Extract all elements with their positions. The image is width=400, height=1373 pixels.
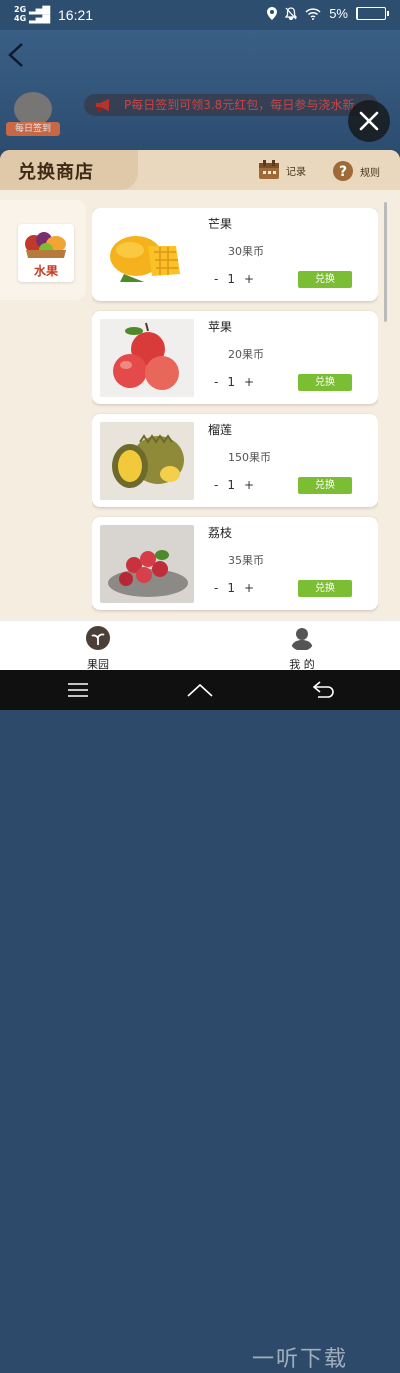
- product-price: 30果币: [228, 245, 264, 258]
- shop-header: 兑换商店 记录 ? 规则: [0, 150, 400, 190]
- menu-icon[interactable]: [68, 683, 88, 697]
- back-arrow-icon[interactable]: [6, 40, 26, 70]
- plus-button[interactable]: +: [244, 478, 254, 492]
- minus-button[interactable]: -: [214, 375, 218, 389]
- close-icon: [359, 111, 379, 131]
- ticker-text: P每日签到可领3.8元红包，每日参与浇水新: [124, 98, 355, 112]
- scrollbar[interactable]: [384, 202, 387, 322]
- minus-button[interactable]: -: [214, 581, 218, 595]
- category-fruit[interactable]: 水果: [18, 224, 74, 282]
- product-card: 榴莲 150果币 - 1 + 兑换: [92, 414, 378, 507]
- rules-label: 规则: [360, 167, 380, 179]
- quantity-value: 1: [227, 375, 235, 389]
- clock: 16:21: [58, 7, 94, 23]
- megaphone-icon: [96, 99, 109, 112]
- apple-image: [100, 319, 194, 397]
- shop-title: 兑换商店: [18, 162, 94, 183]
- home-icon[interactable]: [187, 682, 213, 698]
- status-icons: 5%: [267, 6, 389, 21]
- tab-orchard[interactable]: 果园: [68, 625, 128, 672]
- user-icon: [291, 628, 313, 650]
- back-nav-icon[interactable]: [312, 681, 334, 699]
- product-card: 芒果 30果币 - 1 + 兑换: [92, 208, 378, 301]
- svg-text:?: ?: [339, 164, 347, 180]
- exchange-button[interactable]: 兑换: [298, 580, 352, 597]
- product-name: 芒果: [208, 217, 233, 231]
- quantity-value: 1: [227, 581, 235, 595]
- exchange-button[interactable]: 兑换: [298, 271, 352, 288]
- question-icon: ?: [333, 161, 353, 181]
- product-price: 35果币: [228, 554, 264, 567]
- fruit-basket-icon: [25, 232, 66, 258]
- product-card: 苹果 20果币 - 1 + 兑换: [92, 311, 378, 404]
- product-name: 榴莲: [208, 423, 233, 437]
- battery-icon: [356, 7, 389, 20]
- product-name: 荔枝: [208, 526, 233, 540]
- plus-button[interactable]: +: [244, 581, 254, 595]
- network-indicator: 2G ▂▄▆ 4G ▂▄▆: [14, 4, 50, 24]
- quantity-stepper: - 1 +: [214, 478, 254, 492]
- close-button[interactable]: [348, 100, 390, 142]
- calendar-icon: [259, 160, 279, 179]
- lychee-image: [100, 525, 194, 603]
- product-list: 芒果 30果币 - 1 + 兑换 苹果 20果币 - 1 + 兑换 榴莲 150…: [92, 208, 378, 620]
- battery-fill: [357, 8, 359, 19]
- system-nav-bar: 一听下载: [0, 670, 400, 1372]
- wifi-icon: [305, 7, 321, 20]
- records-button[interactable]: 记录: [258, 160, 306, 180]
- quantity-stepper: - 1 +: [214, 581, 254, 595]
- mango-image: [100, 216, 194, 294]
- product-name: 苹果: [208, 320, 233, 334]
- exchange-button[interactable]: 兑换: [298, 477, 352, 494]
- records-label: 记录: [286, 166, 306, 178]
- shop-title-tab: 兑换商店: [0, 150, 138, 190]
- quantity-value: 1: [227, 478, 235, 492]
- watermark: 一听下载: [252, 1347, 349, 1372]
- daily-sign-button[interactable]: 每日签到: [6, 92, 60, 140]
- durian-image: [100, 422, 194, 500]
- battery-percent: 5%: [329, 6, 348, 21]
- quantity-stepper: - 1 +: [214, 375, 254, 389]
- product-price: 150果币: [228, 451, 271, 464]
- rules-button[interactable]: ? 规则: [332, 160, 380, 182]
- minus-button[interactable]: -: [214, 478, 218, 492]
- product-card: 荔枝 35果币 - 1 + 兑换: [92, 517, 378, 610]
- quantity-value: 1: [227, 272, 235, 286]
- location-icon: [267, 7, 278, 20]
- gift-box-icon: [14, 92, 52, 126]
- dimmed-background: [0, 30, 400, 150]
- exchange-shop-panel: 兑换商店 记录 ? 规则 水果 芒果 30果币 - 1 + 兑换 苹果 20果币…: [0, 150, 400, 620]
- category-label: 水果: [33, 264, 58, 278]
- status-bar: 2G ▂▄▆ 4G ▂▄▆ 16:21 5%: [0, 0, 400, 30]
- bottom-tab-bar: 果园 我 的: [0, 620, 400, 671]
- daily-sign-label: 每日签到: [6, 122, 60, 136]
- plus-button[interactable]: +: [244, 375, 254, 389]
- exchange-button[interactable]: 兑换: [298, 374, 352, 391]
- sprout-icon: [86, 626, 110, 650]
- mute-bell-icon: [285, 7, 298, 20]
- quantity-stepper: - 1 +: [214, 272, 254, 286]
- product-price: 20果币: [228, 348, 264, 361]
- tab-mine[interactable]: 我 的: [272, 625, 332, 672]
- announcement-ticker: P每日签到可领3.8元红包，每日参与浇水新: [84, 94, 378, 116]
- plus-button[interactable]: +: [244, 272, 254, 286]
- minus-button[interactable]: -: [214, 272, 218, 286]
